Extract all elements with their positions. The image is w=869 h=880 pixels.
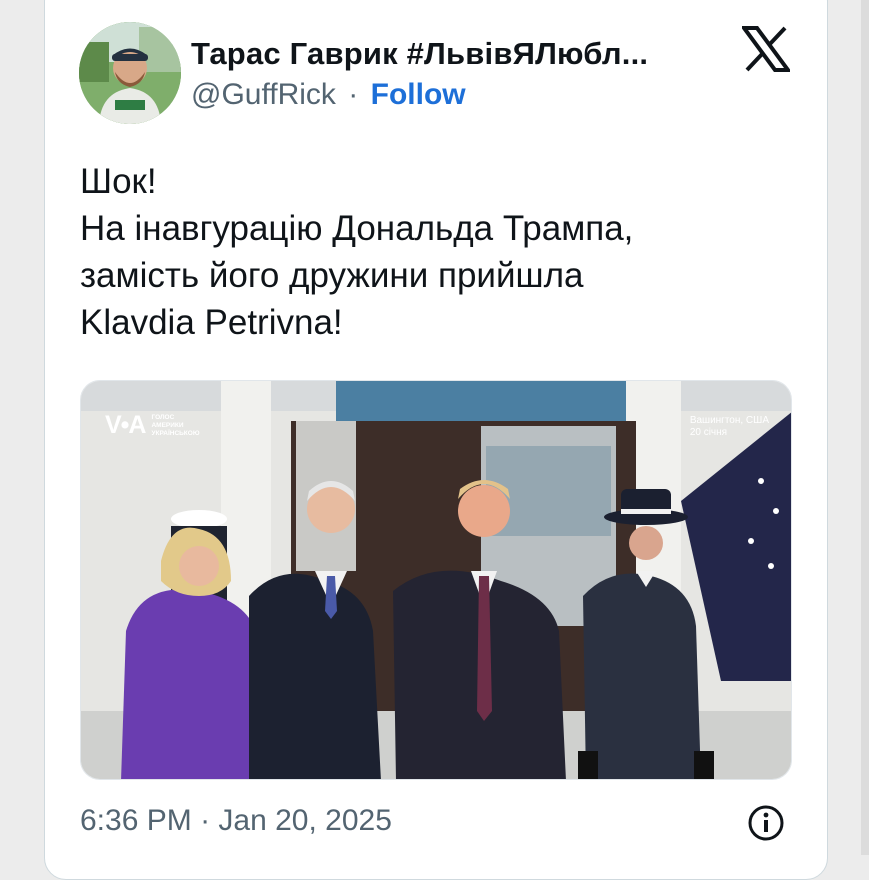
- tweet-time: 6:36 PM: [80, 804, 192, 837]
- voa-watermark: V•A ГОЛОС АМЕРИКИ УКРАЇНСЬКОЮ: [105, 411, 200, 440]
- watermark-line: ГОЛОС: [151, 413, 175, 421]
- page-edge: [861, 0, 869, 855]
- tweet-text-line: замість його дружини прийшла: [80, 256, 584, 295]
- follow-button[interactable]: Follow: [371, 78, 466, 111]
- tweet-date: Jan 20, 2025: [218, 804, 392, 837]
- photo-date: 20 січня: [689, 427, 728, 438]
- info-icon[interactable]: [747, 804, 785, 842]
- handle-row: @GuffRick · Follow: [191, 78, 466, 112]
- separator-dot: ·: [348, 78, 359, 111]
- watermark-line: УКРАЇНСЬКОЮ: [151, 429, 200, 437]
- photo-caption: Вашингтон, США 20 січня: [690, 415, 769, 439]
- x-logo-icon[interactable]: [740, 26, 792, 72]
- photo-location: Вашингтон, США: [689, 415, 769, 426]
- separator-dot: ·: [200, 804, 211, 837]
- timestamp[interactable]: 6:36 PM · Jan 20, 2025: [80, 804, 392, 838]
- avatar[interactable]: [79, 22, 181, 124]
- display-name[interactable]: Тарас Гаврик #ЛьвівЯЛюбл...: [191, 36, 648, 72]
- voa-logo-icon: V•A: [105, 411, 146, 439]
- tweet-text-line: Klavdia Petrivna!: [80, 303, 343, 342]
- tweet-text-line: На інавгурацію Дональда Трампа,: [80, 209, 634, 248]
- user-handle[interactable]: @GuffRick: [191, 78, 336, 111]
- watermark-line: АМЕРИКИ: [151, 421, 184, 429]
- tweet-text: Шок! На інавгурацію Дональда Трампа, зам…: [80, 158, 800, 346]
- tweet-text-line: Шок!: [80, 162, 157, 201]
- tweet-photo[interactable]: V•A ГОЛОС АМЕРИКИ УКРАЇНСЬКОЮ Вашингтон,…: [80, 380, 792, 780]
